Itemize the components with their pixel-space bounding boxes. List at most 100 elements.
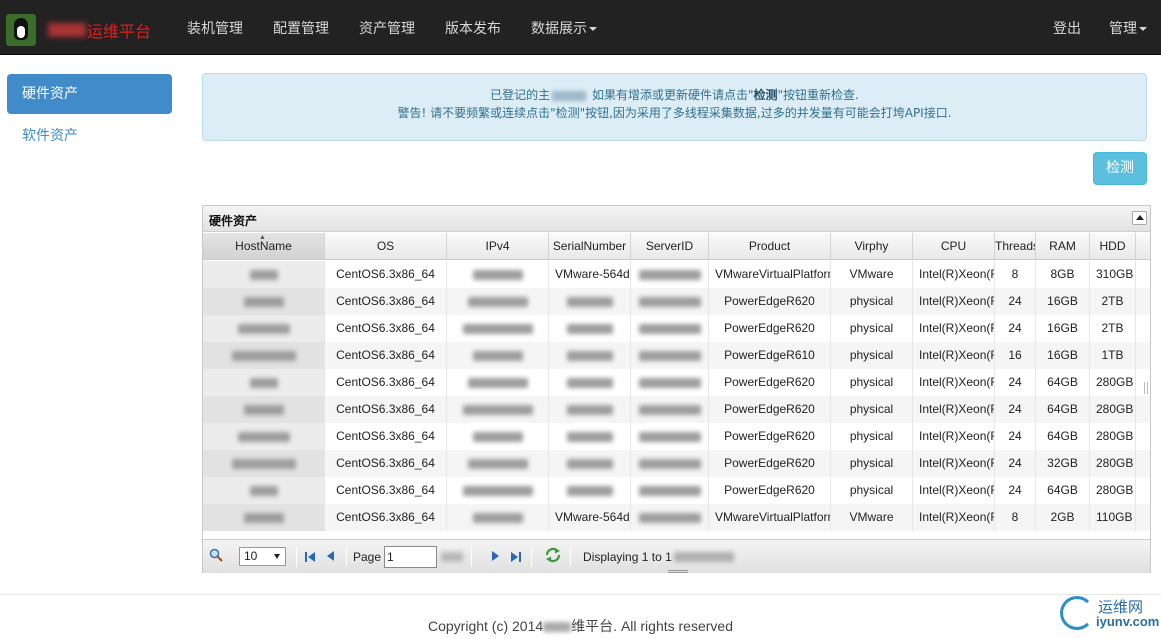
table-row[interactable]: CentOS6.3x86_64 PowerEdgeR620 physical Inte…: [203, 423, 1150, 450]
redacted-text: [566, 458, 613, 469]
logout-link[interactable]: 登出: [1039, 0, 1095, 55]
table-row[interactable]: CentOS6.3x86_64 PowerEdgeR620 physical Inte…: [203, 315, 1150, 342]
cell-threads-value: 24: [1008, 321, 1022, 335]
pager-divider: [570, 546, 572, 567]
redacted-text: [638, 431, 701, 442]
cell-threads-value: 8: [1011, 267, 1019, 281]
cell-hostname: [203, 504, 325, 531]
cell-product-value: PowerEdgeR620: [724, 429, 815, 443]
page-size-select[interactable]: 10: [239, 547, 286, 566]
prev-page-icon[interactable]: [327, 550, 334, 564]
cell-hdd-value: 280GB: [1096, 402, 1134, 416]
table-row[interactable]: CentOS6.3x86_64 PowerEdgeR610 physical Inte…: [203, 342, 1150, 369]
col-os[interactable]: OS: [325, 233, 447, 259]
table-row[interactable]: CentOS6.3x86_64 PowerEdgeR620 physical Inte…: [203, 369, 1150, 396]
resize-grip-icon[interactable]: [668, 570, 688, 573]
cell-threads: 24: [995, 450, 1036, 477]
scroll-grip-icon[interactable]: [1144, 382, 1148, 394]
cell-virphy: VMware: [831, 261, 913, 288]
cell-product: PowerEdgeR620: [709, 477, 831, 504]
redacted-text: [231, 458, 296, 469]
table-row[interactable]: CentOS6.3x86_64 PowerEdgeR620 physical Inte…: [203, 288, 1150, 315]
table-row[interactable]: CentOS6.3x86_64 PowerEdgeR620 physical Inte…: [203, 396, 1150, 423]
next-page-icon[interactable]: [492, 550, 500, 564]
nav-install-management[interactable]: 装机管理: [172, 0, 258, 55]
cell-serialnumber-value: VMware-564d: [555, 510, 630, 524]
check-button[interactable]: 检测: [1093, 152, 1147, 185]
admin-dropdown[interactable]: 管理: [1095, 0, 1161, 55]
col-virphy[interactable]: Virphy: [831, 233, 913, 259]
nav-asset-management[interactable]: 资产管理: [344, 0, 430, 55]
col-hdd[interactable]: HDD: [1090, 233, 1136, 259]
cell-product-value: PowerEdgeR620: [724, 375, 815, 389]
footer: Copyright (c) 2014 维平台. All rights reserv…: [0, 616, 1161, 636]
nav-data-display-dropdown[interactable]: 数据展示: [516, 0, 612, 55]
cell-serverid: [631, 288, 709, 315]
cell-os-value: CentOS6.3x86_64: [336, 456, 435, 470]
alert-text-c: "按钮重新检查.: [777, 88, 859, 102]
page-number-input[interactable]: 1: [384, 545, 438, 568]
cell-os: CentOS6.3x86_64: [325, 261, 447, 288]
cell-ipv4: [447, 423, 549, 450]
redacted-text: [462, 323, 533, 334]
redacted-text: [467, 296, 528, 307]
cell-hdd-value: 310GB: [1096, 267, 1134, 281]
cell-threads: 24: [995, 396, 1036, 423]
main-nav: 装机管理 配置管理 资产管理 版本发布 数据展示: [172, 0, 612, 55]
sidebar-item-hardware-assets[interactable]: 硬件资产: [7, 74, 172, 114]
displaying-text: Displaying 1 to 1: [583, 549, 672, 564]
cell-virphy: physical: [831, 450, 913, 477]
first-page-icon[interactable]: [305, 551, 315, 562]
grid-pager: 10 Page 1 Displaying 1 to 1: [203, 539, 1150, 573]
cell-virphy-value: physical: [849, 429, 894, 443]
table-row[interactable]: CentOS6.3x86_64 PowerEdgeR620 physical Inte…: [203, 450, 1150, 477]
cell-virphy-value: VMware: [849, 510, 894, 524]
watermark-logo: 运维网 iyunv.com: [1060, 594, 1160, 634]
cell-cpu: Intel(R)Xeon(R): [913, 369, 995, 396]
cell-hdd-value: 2TB: [1101, 321, 1124, 335]
cell-os: CentOS6.3x86_64: [325, 342, 447, 369]
col-product[interactable]: Product: [709, 233, 831, 259]
col-serialnumber[interactable]: SerialNumber: [549, 233, 631, 259]
table-row[interactable]: CentOS6.3x86_64 VMware-564d VMwareVirtualP…: [203, 261, 1150, 288]
redacted-text: [566, 404, 613, 415]
cell-product: PowerEdgeR620: [709, 315, 831, 342]
table-row[interactable]: CentOS6.3x86_64 VMware-564d VMwareVirtualP…: [203, 504, 1150, 531]
sidebar: 硬件资产 软件资产: [7, 74, 172, 156]
refresh-icon[interactable]: [544, 547, 562, 566]
cell-virphy-value: physical: [849, 375, 894, 389]
col-hostname[interactable]: ▲ HostName: [203, 233, 325, 259]
cell-cpu: Intel(R)Xeon(R): [913, 450, 995, 477]
last-page-icon[interactable]: [511, 551, 522, 562]
cell-cpu-value: Intel(R)Xeon(R): [919, 483, 995, 497]
cell-product: VMwareVirtualPlatform: [709, 504, 831, 531]
cell-os: CentOS6.3x86_64: [325, 315, 447, 342]
table-row[interactable]: CentOS6.3x86_64 PowerEdgeR620 physical Inte…: [203, 477, 1150, 504]
cell-serverid: [631, 261, 709, 288]
redacted-text: [237, 431, 290, 442]
collapse-icon[interactable]: [1132, 211, 1147, 225]
cell-ram: 64GB: [1036, 423, 1090, 450]
cell-virphy: physical: [831, 477, 913, 504]
col-ipv4[interactable]: IPv4: [447, 233, 549, 259]
search-icon[interactable]: [209, 548, 223, 565]
cell-threads-value: 24: [1008, 429, 1022, 443]
col-ram[interactable]: RAM: [1036, 233, 1090, 259]
cell-cpu-value: Intel(R)Xeon(R): [919, 510, 995, 524]
cell-serialnumber: [549, 450, 631, 477]
grid-title-bar: 硬件资产: [203, 206, 1150, 232]
col-cpu[interactable]: CPU: [913, 233, 995, 259]
col-serverid[interactable]: ServerID: [631, 233, 709, 259]
brand[interactable]: 运维平台: [6, 14, 151, 46]
grid-title: 硬件资产: [209, 214, 258, 228]
pager-divider: [531, 546, 533, 567]
cell-threads-value: 24: [1008, 483, 1022, 497]
grid-header: ▲ HostName OS IPv4 SerialNumber ServerID …: [203, 233, 1150, 260]
cell-product-value: PowerEdgeR620: [724, 456, 815, 470]
cell-os-value: CentOS6.3x86_64: [336, 483, 435, 497]
cell-serverid: [631, 342, 709, 369]
nav-config-management[interactable]: 配置管理: [258, 0, 344, 55]
col-threads[interactable]: Threads: [995, 233, 1036, 259]
nav-release[interactable]: 版本发布: [430, 0, 516, 55]
sidebar-item-software-assets[interactable]: 软件资产: [7, 116, 172, 156]
